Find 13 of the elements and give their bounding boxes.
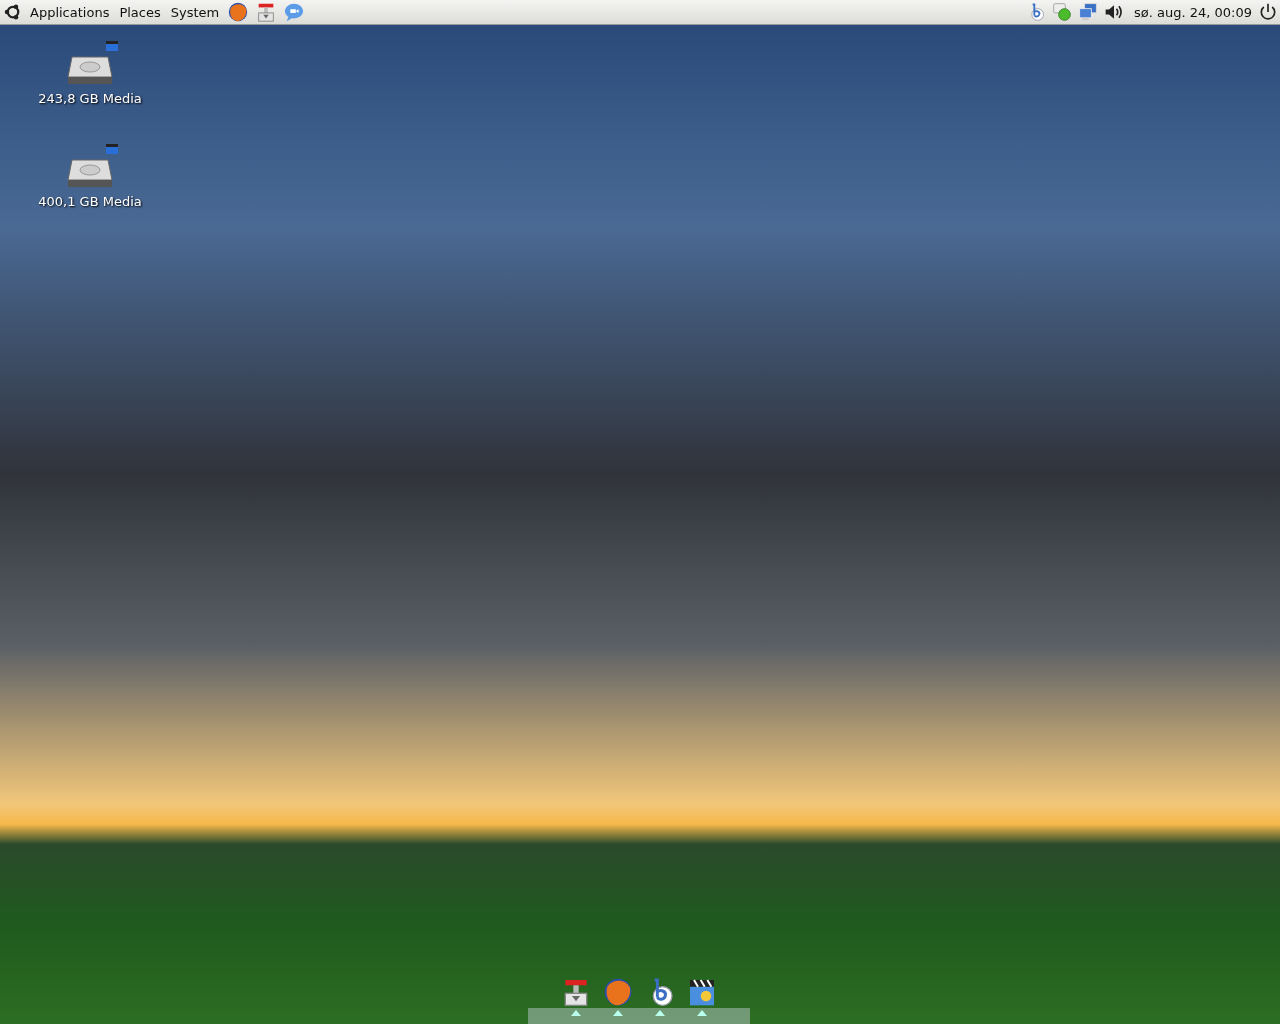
status-dot-icon[interactable] [1052,2,1072,22]
panel-menu[interactable]: System [168,4,222,20]
globe-icon[interactable] [602,976,634,1008]
chat-bubble-icon[interactable] [283,1,306,23]
power-icon[interactable] [1258,2,1278,22]
desktop-icon-label[interactable]: 400,1 GB Media [38,194,142,209]
monitors-icon[interactable] [1078,2,1098,22]
panel-menu[interactable]: Applications [28,4,112,20]
globe-icon[interactable] [227,1,250,23]
desktop-icon-label[interactable]: 243,8 GB Media [38,91,142,106]
panel-menu[interactable]: Places [117,4,163,20]
logo-icon[interactable] [4,3,22,21]
clock[interactable]: sø. aug. 24, 00:09 [1134,4,1252,20]
